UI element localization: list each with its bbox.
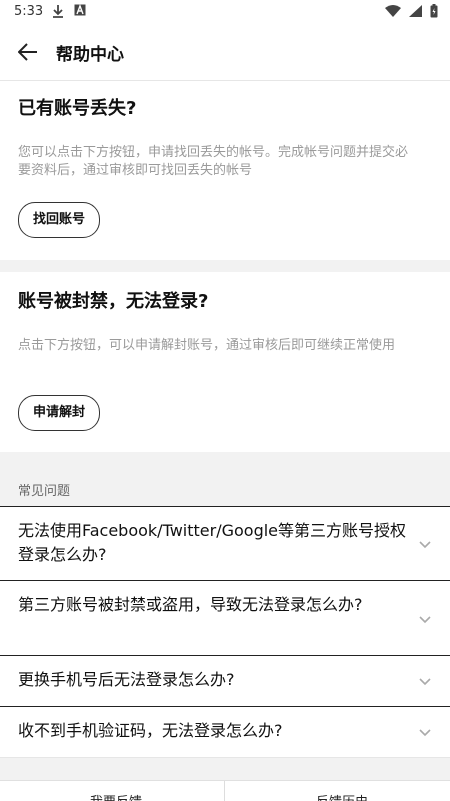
page-title: 帮助中心 [56, 45, 124, 65]
faq-header: 常见问题 [0, 468, 450, 506]
recover-account-card: 已有账号丢失? 您可以点击下方按钮，申请找回丢失的帐号。完成帐号问题并提交必要资… [0, 81, 450, 260]
recover-description: 您可以点击下方按钮，申请找回丢失的帐号。完成帐号问题并提交必要资料后，通过审核即… [18, 145, 409, 178]
bottom-divider [224, 781, 225, 801]
chevron-down-icon [419, 616, 431, 624]
recover-account-button[interactable]: 找回账号 [18, 202, 101, 238]
faq-question: 更换手机号后无法登录怎么办? [18, 670, 235, 689]
chevron-down-icon [419, 678, 431, 686]
status-bar: 5:33 [0, 0, 450, 24]
status-icons-left [52, 4, 86, 18]
faq-question: 收不到手机验证码，无法登录怎么办? [18, 721, 283, 740]
wifi-icon [385, 5, 401, 17]
chevron-down-icon [419, 541, 431, 549]
signal-icon [409, 5, 422, 17]
faq-item-phone-changed[interactable]: 更换手机号后无法登录怎么办? [0, 655, 450, 706]
download-icon [53, 5, 63, 18]
back-button[interactable] [12, 36, 44, 68]
faq-item-third-party-login[interactable]: 无法使用Facebook/Twitter/Google等第三方账号授权登录怎么办… [0, 506, 450, 580]
unban-account-card: 账号被封禁，无法登录? 点击下方按钮，可以申请解封账号，通过审核后即可继续正常使… [0, 272, 450, 452]
faq-item-third-party-banned[interactable]: 第三方账号被封禁或盗用，导致无法登录怎么办? [0, 580, 450, 655]
faq-item-no-sms-code[interactable]: 收不到手机验证码，无法登录怎么办? [0, 706, 450, 758]
status-time: 5:33 [14, 4, 44, 19]
unban-description: 点击下方按钮，可以申请解封账号，通过审核后即可继续正常使用 [18, 338, 396, 353]
arrow-left-icon [18, 43, 37, 61]
battery-icon [430, 4, 438, 18]
request-unban-button[interactable]: 申请解封 [18, 395, 101, 431]
faq-header-label: 常见问题 [18, 484, 71, 499]
unban-title: 账号被封禁，无法登录? [18, 291, 209, 312]
app-bar: 帮助中心 [0, 24, 450, 81]
bottom-action-bar: 我要反馈 反馈历史 [0, 780, 450, 801]
chevron-down-icon [419, 729, 431, 737]
app-a-icon [74, 4, 86, 16]
faq-question: 第三方账号被封禁或盗用，导致无法登录怎么办? [18, 595, 363, 614]
status-icons-right [385, 4, 438, 18]
recover-title: 已有账号丢失? [18, 98, 137, 119]
faq-question: 无法使用Facebook/Twitter/Google等第三方账号授权登录怎么办… [18, 521, 407, 564]
